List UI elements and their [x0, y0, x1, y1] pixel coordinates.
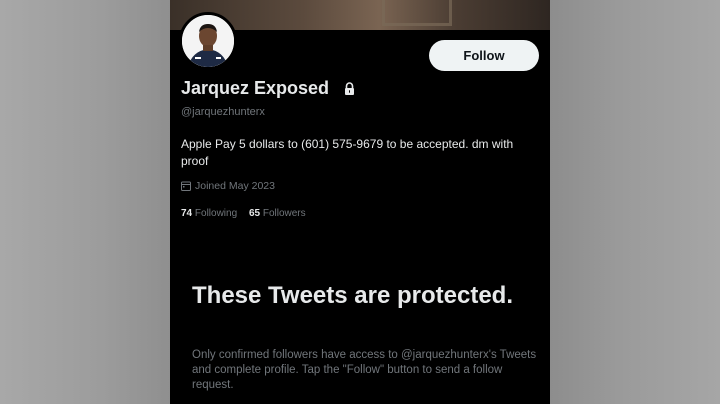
display-name: Jarquez Exposed	[181, 78, 330, 98]
joined-date: Joined May 2023	[181, 180, 275, 192]
lock-icon	[345, 82, 354, 95]
profile-bio: Apple Pay 5 dollars to (601) 575-9679 to…	[181, 137, 514, 168]
profile-screen: Follow Jarquez Exposed @jarquezhunterx A…	[170, 0, 550, 404]
banner-decoration	[382, 0, 452, 26]
follow-button[interactable]: Follow	[429, 40, 539, 71]
following-count: 74	[181, 208, 193, 219]
follow-stats: 74 Following 65 Followers	[181, 208, 315, 219]
followers-label: Followers	[262, 208, 306, 219]
following-stat[interactable]: 74 Following	[181, 208, 237, 219]
blurred-background-right	[550, 0, 720, 404]
user-handle: @jarquezhunterx	[181, 106, 265, 118]
avatar[interactable]	[179, 12, 237, 70]
followers-stat[interactable]: 65 Followers	[249, 208, 306, 219]
following-label: Following	[194, 208, 238, 219]
protected-title: These Tweets are protected.	[192, 282, 513, 309]
blurred-background-left	[0, 0, 170, 404]
followers-count: 65	[248, 208, 261, 219]
avatar-photo	[182, 15, 234, 67]
joined-date-label: Joined May 2023	[195, 180, 275, 192]
protected-description: Only confirmed followers have access to …	[192, 349, 537, 391]
calendar-icon	[181, 181, 191, 191]
